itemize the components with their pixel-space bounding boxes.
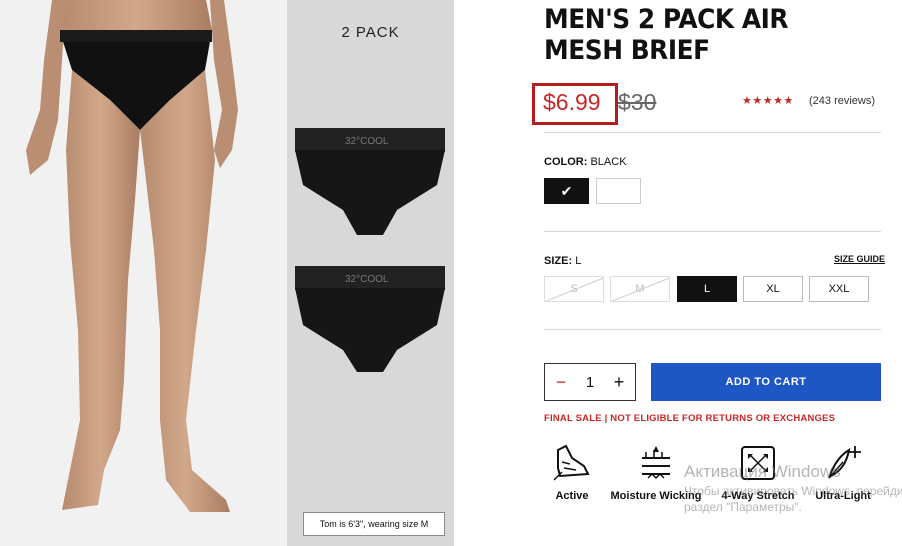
size-option-l[interactable]: L bbox=[677, 276, 737, 302]
divider bbox=[544, 329, 881, 330]
pack-photo[interactable]: 2 PACK 32°COOL 32°COOL bbox=[287, 0, 454, 546]
size-label-value: L bbox=[575, 255, 582, 267]
product-title: MEN'S 2 PACK AIR MESH BRIEF bbox=[544, 4, 789, 66]
feather-plus-icon bbox=[828, 446, 861, 479]
checkmark-icon: ✔ bbox=[560, 183, 573, 199]
model-caption: Tom is 6'3", wearing size M bbox=[303, 512, 445, 536]
feature-label: 4-Way Stretch bbox=[721, 490, 795, 502]
size-option-s[interactable]: S bbox=[544, 276, 604, 302]
color-label: COLOR: BLACK bbox=[544, 156, 627, 168]
plus-icon[interactable]: + bbox=[605, 364, 633, 400]
model-photo[interactable] bbox=[0, 0, 287, 546]
final-sale-notice: FINAL SALE | NOT ELIGIBLE FOR RETURNS OR… bbox=[544, 413, 836, 424]
feature-label: Active bbox=[555, 490, 589, 502]
divider bbox=[544, 132, 881, 133]
size-option-xl[interactable]: XL bbox=[743, 276, 803, 302]
svg-text:32°COOL: 32°COOL bbox=[345, 136, 389, 147]
size-guide-link[interactable]: SIZE GUIDE bbox=[834, 254, 885, 264]
svg-text:32°COOL: 32°COOL bbox=[345, 274, 389, 285]
watermark-line: раздел "Параметры". bbox=[684, 500, 802, 514]
size-option-m[interactable]: M bbox=[610, 276, 670, 302]
color-swatch-black[interactable]: ✔ bbox=[544, 178, 589, 204]
color-swatch-white[interactable] bbox=[596, 178, 641, 204]
divider bbox=[544, 231, 881, 232]
feature-active: Active bbox=[548, 444, 596, 502]
add-to-cart-button[interactable]: ADD TO CART bbox=[651, 363, 881, 401]
feature-moisture-wicking: Moisture Wicking bbox=[606, 444, 706, 502]
running-shoe-icon bbox=[553, 444, 590, 481]
rating-stars-icon[interactable]: ★★★★★ bbox=[742, 94, 794, 107]
size-label-key: SIZE: bbox=[544, 255, 573, 267]
original-price: $30 bbox=[618, 89, 657, 115]
color-label-key: COLOR: bbox=[544, 156, 588, 168]
feature-label: Ultra-Light bbox=[815, 490, 871, 502]
product-gallery: 2 PACK 32°COOL 32°COOL Tom is 6'3", wear… bbox=[0, 0, 454, 546]
feature-ultra-light: Ultra-Light bbox=[808, 444, 878, 502]
quantity-value[interactable]: 1 bbox=[575, 364, 605, 400]
size-label: SIZE: L bbox=[544, 255, 581, 267]
color-label-value: BLACK bbox=[590, 156, 627, 168]
size-option-xxl[interactable]: XXL bbox=[809, 276, 869, 302]
reviews-link[interactable]: (243 reviews) bbox=[809, 95, 875, 107]
feature-label: Moisture Wicking bbox=[610, 490, 702, 502]
moisture-wicking-icon bbox=[642, 446, 670, 480]
product-page: 2 PACK 32°COOL 32°COOL Tom is 6'3", wear… bbox=[0, 0, 902, 546]
quantity-stepper: − 1 + bbox=[544, 363, 636, 401]
stretch-arrows-icon bbox=[741, 446, 775, 480]
pack-briefs-image: 32°COOL 32°COOL bbox=[295, 128, 445, 372]
feature-4-way-stretch: 4-Way Stretch bbox=[716, 444, 800, 502]
minus-icon[interactable]: − bbox=[547, 364, 575, 400]
sale-price: $6.99 bbox=[543, 89, 601, 115]
model-figure bbox=[26, 0, 238, 512]
